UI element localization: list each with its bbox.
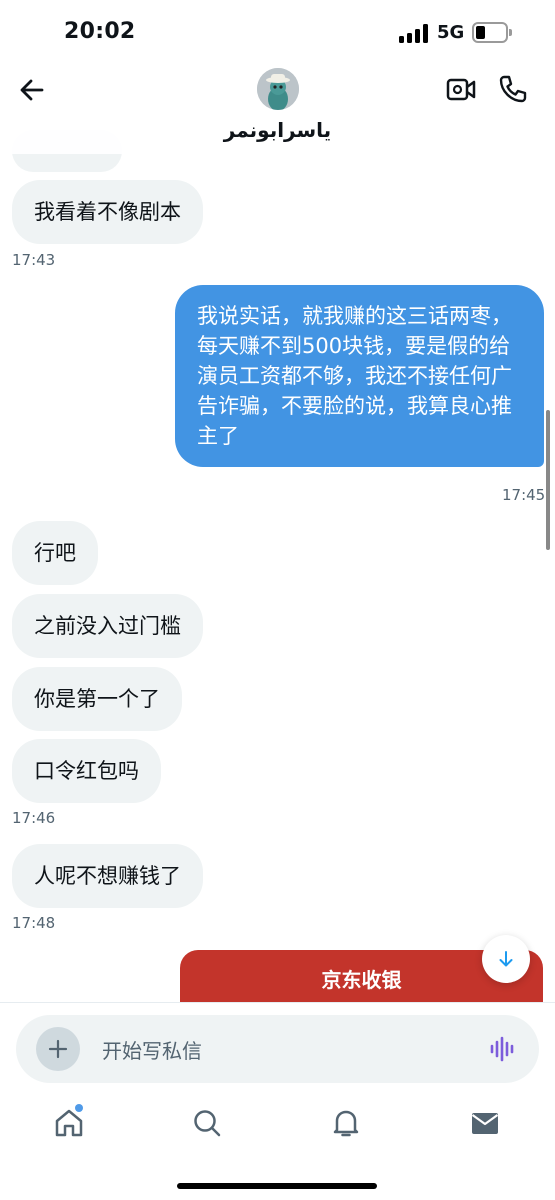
message-timestamp: 17:43 [12,251,56,269]
search-icon [194,1110,221,1137]
status-time: 20:02 [64,19,136,44]
incoming-message[interactable]: 人呢不想赚钱了 [12,844,203,908]
message-text: 口令红包吗 [34,759,139,783]
phone-call-button[interactable] [498,74,528,104]
dm-conversation-screen: 20:02 5G ياسرابونمر 我看着不像剧本 17:43 我说实话，就… [0,0,555,1200]
tab-messages[interactable] [468,1106,502,1140]
message-text: 行吧 [34,541,76,565]
message-input[interactable]: 开始写私信 [102,1035,202,1064]
battery-icon [472,22,512,43]
tab-home[interactable] [52,1104,86,1140]
add-attachment-button[interactable] [36,1027,80,1071]
message-text: 你是第一个了 [34,687,160,711]
contact-name[interactable]: ياسرابونمر [0,118,555,142]
plus-icon [48,1039,68,1059]
message-timestamp: 17:48 [12,914,56,932]
arrow-down-icon [499,951,513,967]
back-arrow-icon [20,79,44,101]
phone-icon [499,75,527,103]
message-timestamp: 17:46 [12,809,56,827]
message-text: 人呢不想赚钱了 [34,864,181,888]
message-list[interactable]: 我看着不像剧本 17:43 我说实话，就我赚的这三话两枣，每天赚不到500块钱，… [0,130,555,1000]
avatar-image [257,68,299,110]
outgoing-message[interactable]: 我说实话，就我赚的这三话两枣，每天赚不到500块钱，要是假的给演员工资都不够，我… [175,285,544,467]
conversation-header: ياسرابونمر [0,62,555,154]
incoming-message[interactable]: 我看着不像剧本 [12,180,203,244]
network-type: 5G [437,22,465,43]
signal-icon [399,23,429,43]
incoming-message[interactable]: 行吧 [12,521,98,585]
video-call-icon [446,78,476,101]
bottom-tab-bar [0,1100,555,1200]
video-call-button[interactable] [446,76,476,104]
avatar[interactable] [257,68,299,110]
tab-search[interactable] [190,1106,224,1140]
mail-icon [471,1113,499,1134]
composer-bar: 开始写私信 [0,1002,555,1102]
incoming-message[interactable]: 之前没入过门槛 [12,594,203,658]
incoming-message[interactable]: 你是第一个了 [12,667,182,731]
bell-icon [333,1110,359,1137]
message-timestamp: 17:45 [502,486,546,504]
status-bar: 20:02 5G [0,0,555,62]
voice-icon [490,1036,514,1062]
incoming-message[interactable]: 口令红包吗 [12,739,161,803]
message-text: 之前没入过门槛 [34,614,181,638]
notification-dot [75,1104,83,1112]
tab-notifications[interactable] [329,1106,363,1140]
voice-message-button[interactable] [490,1035,516,1063]
message-text: 我看着不像剧本 [34,200,181,224]
message-text: 我说实话，就我赚的这三话两枣，每天赚不到500块钱，要是假的给演员工资都不够，我… [197,304,512,448]
home-indicator [177,1183,377,1189]
scroll-to-bottom-button[interactable] [482,935,530,983]
scrollbar[interactable] [546,410,550,550]
back-button[interactable] [14,72,50,108]
message-composer: 开始写私信 [16,1015,539,1083]
